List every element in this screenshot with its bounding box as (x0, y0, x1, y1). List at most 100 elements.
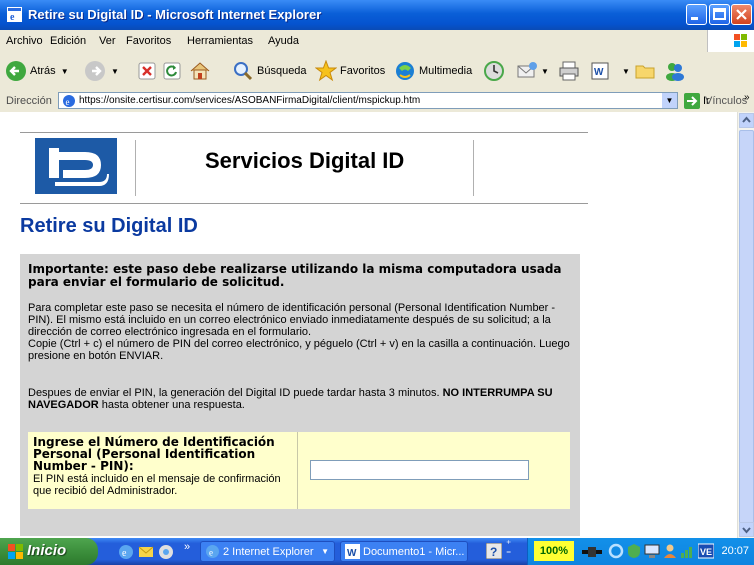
start-label: Inicio (27, 542, 67, 559)
taskbar-button-ie[interactable]: e 2 Internet Explorer ▼ (200, 541, 335, 562)
mail-dropdown-icon: ▼ (541, 66, 549, 76)
minimize-button[interactable] (686, 4, 707, 25)
instructions-text: Para completar este paso se necesita el … (28, 302, 556, 338)
windows-logo-icon (8, 544, 23, 559)
ie-task-icon: e (206, 545, 219, 558)
pin-description: El PIN está incluido en el mensaje de co… (33, 473, 281, 497)
edit-dropdown-icon: ▼ (622, 66, 630, 76)
address-url: https://onsite.certisur.com/services/ASO… (79, 95, 421, 106)
header-top-rule (20, 132, 588, 133)
links-chevron-icon[interactable]: » (744, 92, 750, 103)
home-button[interactable] (189, 60, 211, 82)
pin-input[interactable] (310, 460, 529, 480)
mail-icon (517, 62, 537, 78)
mail-button[interactable]: ▼ (516, 60, 549, 82)
maximize-button[interactable] (709, 4, 730, 25)
warning-paragraph: Despues de enviar el PIN, la generación … (28, 387, 578, 411)
address-input[interactable]: e https://onsite.certisur.com/services/A… (58, 92, 678, 109)
quicklaunch-ie-icon[interactable]: e (118, 544, 134, 565)
taskbar-button-word[interactable]: W Documento1 - Micr... (340, 541, 468, 562)
header-separator-left (135, 140, 136, 196)
language-bar-arrows-icon[interactable]: ⁺ ⁼ (506, 540, 511, 560)
address-bar: Dirección e https://onsite.certisur.com/… (0, 90, 754, 113)
search-icon (234, 62, 253, 81)
clock: 20:07 (721, 545, 749, 557)
forward-button[interactable]: ▼ (84, 60, 119, 82)
pin-form-row: Ingrese el Número de Identificación Pers… (28, 432, 570, 509)
history-icon (484, 61, 504, 81)
svg-text:e: e (10, 12, 15, 22)
word-task-icon: W (345, 544, 360, 559)
menu-herramientas[interactable]: Herramientas (187, 35, 253, 47)
scroll-up-button[interactable] (739, 113, 754, 128)
page-heading: Retire su Digital ID (20, 215, 198, 237)
word-document-icon: W (591, 62, 609, 80)
favorites-button[interactable]: Favoritos (315, 60, 385, 82)
instructions-paragraph: Para completar este paso se necesita el … (28, 302, 578, 362)
history-button[interactable] (483, 60, 505, 82)
start-button[interactable]: Inicio (0, 538, 98, 565)
refresh-button[interactable] (163, 60, 181, 82)
zoom-indicator[interactable]: 100% (534, 541, 574, 561)
address-dropdown-icon[interactable]: ▼ (662, 93, 677, 108)
address-label: Dirección (6, 95, 52, 107)
close-button[interactable] (731, 4, 752, 25)
shield-tray-icon[interactable] (626, 543, 642, 564)
quicklaunch-more-icon[interactable]: » (184, 541, 190, 553)
search-label: Búsqueda (257, 65, 307, 77)
printer-icon (559, 61, 579, 81)
links-label[interactable]: Vínculos (705, 95, 747, 107)
search-button[interactable]: Búsqueda (232, 60, 307, 82)
media-button[interactable]: Multimedia (394, 60, 472, 82)
refresh-tray-icon[interactable] (608, 543, 624, 564)
scroll-down-icon (742, 527, 751, 534)
forward-arrow-icon (85, 61, 105, 81)
menu-edicion[interactable]: Edición (50, 35, 86, 47)
svg-text:W: W (347, 548, 357, 559)
scroll-down-button[interactable] (739, 522, 754, 537)
computer-tray-icon[interactable] (644, 543, 660, 564)
title-bar: e Retire su Digital ID - Microsoft Inter… (0, 0, 754, 30)
edit-button[interactable]: W ▼ (590, 60, 630, 82)
word-task-label: Documento1 - Micr... (363, 546, 465, 558)
folder-button[interactable] (634, 60, 656, 82)
quicklaunch-outlook-icon[interactable] (138, 544, 154, 565)
messenger-icon (666, 63, 684, 81)
media-icon (396, 62, 414, 80)
menu-favoritos[interactable]: Favoritos (126, 35, 171, 47)
stop-button[interactable] (138, 60, 156, 82)
messenger-button[interactable] (664, 60, 686, 82)
page-icon: e (63, 95, 75, 107)
menu-ver[interactable]: Ver (99, 35, 116, 47)
signal-tray-icon[interactable] (680, 543, 696, 564)
company-logo (35, 138, 117, 194)
help-tray-icon[interactable]: ? (485, 542, 503, 564)
refresh-icon (163, 62, 181, 80)
back-button[interactable]: Atrás ▼ (5, 60, 69, 82)
back-arrow-icon (6, 61, 26, 81)
user-tray-icon[interactable] (662, 543, 678, 564)
menu-bar: Archivo Edición Ver Favoritos Herramient… (0, 30, 754, 53)
quicklaunch-media-icon[interactable] (158, 544, 174, 565)
svg-text:e: e (122, 548, 127, 559)
pin-label: Ingrese el Número de Identificación Pers… (33, 435, 275, 473)
scroll-thumb[interactable] (739, 130, 754, 534)
print-button[interactable] (558, 60, 580, 82)
menu-ayuda[interactable]: Ayuda (268, 35, 299, 47)
back-dropdown-icon: ▼ (60, 66, 69, 76)
vertical-scrollbar[interactable] (737, 112, 754, 538)
toolbar: Atrás ▼ ▼ Búsqueda Favoritos Multimedia … (0, 52, 754, 91)
go-arrow-icon (684, 93, 700, 109)
ie-icon: e (7, 7, 22, 22)
important-notice: Importante: este paso debe realizarse ut… (28, 262, 562, 289)
menu-archivo[interactable]: Archivo (6, 35, 43, 47)
network-tray-icon[interactable] (580, 544, 604, 565)
header-separator-right (473, 140, 474, 196)
favorites-label: Favoritos (340, 65, 386, 77)
ie-task-dropdown-icon: ▼ (321, 547, 329, 556)
taskbar: Inicio e » e 2 Internet Explorer ▼ W Doc… (0, 538, 754, 565)
system-tray: 100% VE 20:07 (527, 538, 754, 565)
stop-icon (138, 62, 156, 80)
svg-text:W: W (594, 67, 604, 78)
keyboard-tray-icon[interactable]: VE (697, 543, 715, 564)
